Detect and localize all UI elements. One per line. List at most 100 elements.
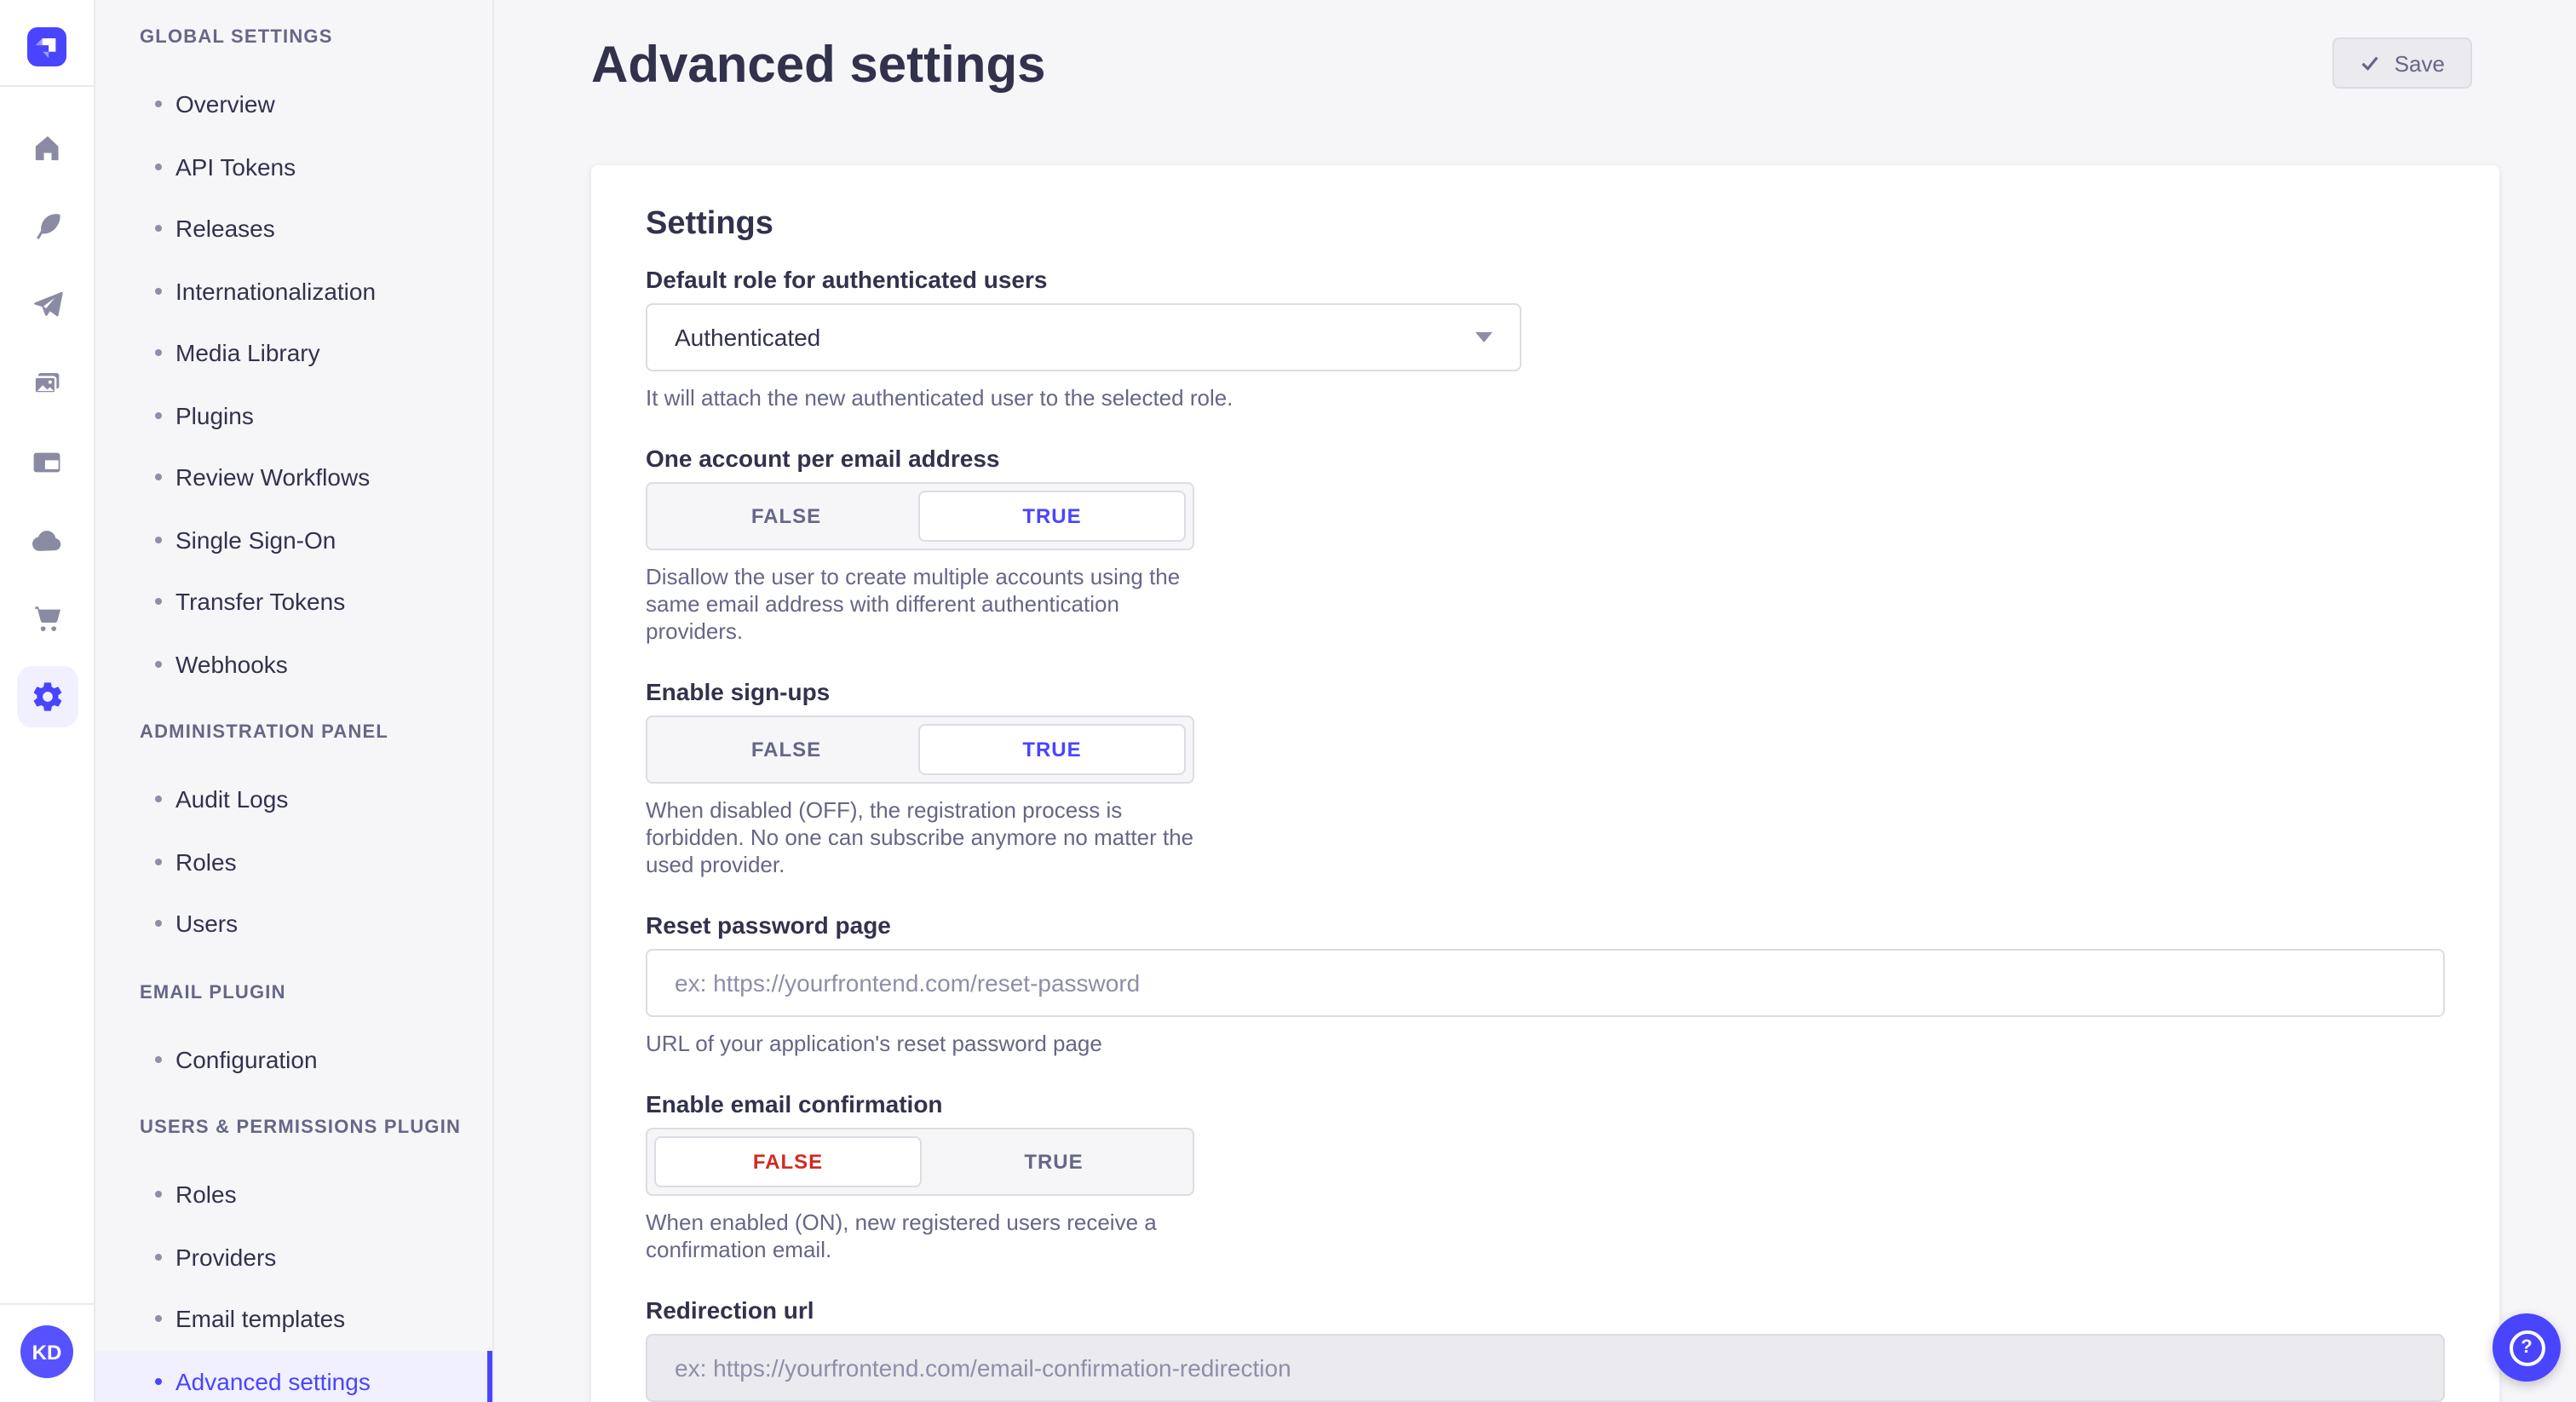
field-hint: When disabled (OFF), the registration pr…	[646, 797, 1215, 879]
bullet-icon	[155, 1192, 162, 1198]
field-enable-signups: Enable sign-ups FALSE TRUE When disabled…	[646, 678, 2445, 879]
strapi-logo[interactable]	[27, 27, 66, 66]
sidebar-section-list: RolesProviders Email templates Advanced se…	[95, 1164, 492, 1402]
field-hint: When enabled (ON), new registered users …	[646, 1210, 1215, 1264]
sidebar-item-review-workflows[interactable]: Review Workflows	[95, 446, 492, 509]
bullet-icon	[155, 350, 162, 357]
save-button[interactable]: Save	[2333, 37, 2472, 89]
sidebar-section-list: Overview API Tokens Releases Internationali…	[95, 73, 492, 695]
sidebar-item-label: Users	[175, 911, 238, 938]
sidebar-section-label: EMAIL PLUGIN	[140, 975, 492, 1011]
sidebar-item-roles[interactable]: Roles	[95, 1164, 492, 1226]
default-role-select[interactable]: Authenticated	[646, 303, 1521, 371]
sidebar-item-overview[interactable]: Overview	[95, 73, 492, 135]
toggle-true-option[interactable]: TRUE	[918, 724, 1186, 775]
redirection-url-input	[646, 1334, 2445, 1402]
avatar[interactable]: KD	[20, 1325, 73, 1378]
sidebar-item-label: Media Library	[175, 340, 320, 367]
reset-password-input[interactable]	[646, 949, 2445, 1017]
marketplace-cart-icon[interactable]	[0, 579, 94, 658]
toggle-false-option[interactable]: FALSE	[654, 724, 918, 775]
sidebar-item-label: API Tokens	[175, 153, 296, 181]
content-builder-icon[interactable]	[0, 422, 94, 501]
field-label: Default role for authenticated users	[646, 266, 2445, 295]
paper-plane-icon[interactable]	[0, 266, 94, 344]
toggle-false-option[interactable]: FALSE	[654, 491, 918, 542]
bullet-icon	[155, 537, 162, 543]
toggle-true-option[interactable]: TRUE	[922, 1136, 1186, 1187]
sidebar-item-internationalization[interactable]: Internationalization	[95, 260, 492, 322]
home-icon[interactable]	[0, 109, 94, 187]
sidebar-item-label: Audit Logs	[175, 786, 288, 813]
sidebar-item-label: Review Workflows	[175, 464, 370, 491]
bullet-icon	[155, 1254, 162, 1261]
field-label: Enable sign-ups	[646, 678, 2445, 707]
sidebar-section-list: Audit Logs Roles Users	[95, 768, 492, 955]
field-reset-password: Reset password page URL of your applicat…	[646, 911, 2445, 1058]
one-account-toggle: FALSE TRUE	[646, 482, 1194, 550]
settings-gear-icon[interactable]	[0, 658, 94, 736]
bullet-icon	[155, 288, 162, 295]
sidebar-item-label: Single Sign-On	[175, 526, 336, 554]
sidebar-item-configuration[interactable]: Configuration	[95, 1028, 492, 1090]
feather-icon[interactable]	[0, 187, 94, 266]
sidebar-item-single-sign-on[interactable]: Single Sign-On	[95, 509, 492, 571]
sidebar-item-label: Email templates	[175, 1306, 345, 1333]
sidebar-item-label: Roles	[175, 848, 237, 876]
bullet-icon	[155, 1056, 162, 1063]
chevron-down-icon	[1475, 332, 1492, 342]
strapi-logo-glyph	[27, 27, 66, 66]
settings-sidebar: GLOBAL SETTINGS Overview API Tokens Release…	[95, 0, 494, 1402]
sidebar-item-label: Webhooks	[175, 651, 288, 678]
bullet-icon	[155, 164, 162, 170]
rail-divider-bottom	[0, 1303, 94, 1305]
bullet-icon	[155, 474, 162, 481]
enable-signups-toggle: FALSE TRUE	[646, 715, 1194, 784]
bullet-icon	[155, 226, 162, 233]
bullet-icon	[155, 859, 162, 865]
sidebar-item-label: Advanced settings	[175, 1368, 371, 1395]
sidebar-item-webhooks[interactable]: Webhooks	[95, 633, 492, 695]
bullet-icon	[155, 796, 162, 803]
sidebar-item-api-tokens[interactable]: API Tokens	[95, 135, 492, 198]
sidebar-item-label: Overview	[175, 91, 275, 118]
sidebar-item-audit-logs[interactable]: Audit Logs	[95, 768, 492, 830]
select-value: Authenticated	[675, 324, 820, 351]
sidebar-item-email-templates[interactable]: Email templates	[95, 1288, 492, 1350]
sidebar-item-users[interactable]: Users	[95, 893, 492, 955]
sidebar-section-label: GLOBAL SETTINGS	[140, 20, 492, 56]
sidebar-item-label: Configuration	[175, 1046, 318, 1073]
bullet-icon	[155, 101, 162, 108]
sidebar-item-releases[interactable]: Releases	[95, 198, 492, 260]
sidebar-item-transfer-tokens[interactable]: Transfer Tokens	[95, 571, 492, 633]
sidebar-item-media-library[interactable]: Media Library	[95, 322, 492, 384]
sidebar-item-providers[interactable]: Providers	[95, 1226, 492, 1288]
toggle-false-option[interactable]: FALSE	[654, 1136, 922, 1187]
app-rail: KD	[0, 0, 95, 1402]
media-library-icon[interactable]	[0, 344, 94, 422]
help-fab[interactable]: ?	[2493, 1313, 2561, 1382]
active-indicator	[487, 1350, 492, 1402]
field-hint: Disallow the user to create multiple acc…	[646, 564, 1215, 646]
rail-bottom: KD	[0, 1284, 94, 1402]
email-confirmation-toggle: FALSE TRUE	[646, 1128, 1194, 1196]
bullet-icon	[155, 1316, 162, 1323]
sidebar-item-roles[interactable]: Roles	[95, 830, 492, 893]
bullet-icon	[155, 599, 162, 606]
field-label: Enable email confirmation	[646, 1090, 2445, 1119]
cloud-icon[interactable]	[0, 501, 94, 579]
field-label: Redirection url	[646, 1296, 2445, 1325]
page-header: Advanced settings Save	[591, 0, 2499, 99]
sidebar-section-label: USERS & PERMISSIONS PLUGIN	[140, 1111, 492, 1146]
sidebar-item-plugins[interactable]: Plugins	[95, 384, 492, 446]
sidebar-section-label: ADMINISTRATION PANEL	[140, 715, 492, 751]
field-label: Reset password page	[646, 911, 2445, 940]
field-email-confirmation: Enable email confirmation FALSE TRUE Whe…	[646, 1090, 2445, 1264]
toggle-true-option[interactable]: TRUE	[918, 491, 1186, 542]
sidebar-item-label: Releases	[175, 215, 275, 243]
page-title: Advanced settings	[591, 34, 1045, 99]
rail-divider	[0, 85, 94, 87]
field-hint: It will attach the new authenticated use…	[646, 385, 2445, 412]
field-default-role: Default role for authenticated users Aut…	[646, 266, 2445, 412]
sidebar-item-advanced-settings[interactable]: Advanced settings	[95, 1350, 492, 1402]
